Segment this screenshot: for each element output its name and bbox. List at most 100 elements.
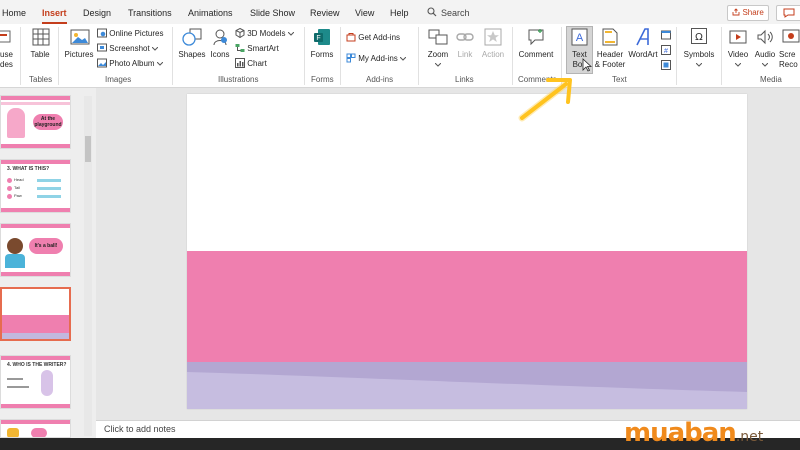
share-button[interactable]: Share [727,5,769,21]
chevron-down-icon [151,46,159,51]
tab-animations[interactable]: Animations [188,0,233,24]
header-footer-icon [602,28,618,46]
comment-icon [783,8,795,18]
3d-models-label: 3D Models [247,29,286,38]
photo-album-button[interactable]: Photo Album [97,58,164,69]
get-addins-button[interactable]: Get Add-ins [346,32,400,43]
omega-icon: Ω [691,28,707,44]
slide-thumbnail-title: At the playground [34,116,62,128]
wordart-label: WordArt [628,50,658,59]
text-box-icon: A [571,28,588,46]
tab-view[interactable]: View [355,0,374,24]
smartart-button[interactable]: SmartArt [235,43,279,54]
video-icon [729,30,747,44]
action-label: Action [481,50,505,59]
online-pictures-button[interactable]: Online Pictures [97,28,163,39]
group-forms-label: Forms [311,75,334,84]
object-button[interactable] [661,57,671,75]
wordart-icon [636,28,649,46]
tab-help[interactable]: Help [390,0,409,24]
zoom-label: Zoom [427,50,449,59]
table-label: Table [30,50,50,59]
object-icon [661,60,671,70]
slide-thumbnail[interactable] [0,419,71,438]
my-addins-label: My Add-ins [358,54,398,63]
svg-text:Ω: Ω [695,32,703,43]
slide-number-icon: # [661,45,671,55]
chevron-down-icon [287,31,295,36]
link-icon [456,33,474,41]
smartart-label: SmartArt [247,44,279,53]
group-links-label: Links [455,75,474,84]
3d-models-icon [235,27,245,39]
chevron-down-icon [696,63,702,67]
slide-thumbnail-title: 3. WHAT IS THIS? [7,166,50,172]
shapes-label: Shapes [178,50,206,59]
slide-thumbnail[interactable]: It's a ball! [0,223,71,277]
store-icon [346,33,356,42]
svg-text:#: # [664,48,668,55]
slide-thumbnail[interactable]: At the playground [0,95,71,149]
3d-models-button[interactable]: 3D Models [235,27,295,39]
icons-label: Icons [210,50,230,59]
slide-thumbnail-pane: At the playground 3. WHAT IS THIS? Head … [0,88,96,438]
slide-thumbnail-selected[interactable] [0,287,71,341]
tab-design[interactable]: Design [83,0,111,24]
screenshot-button[interactable]: Screenshot [97,43,159,54]
online-pictures-icon [97,28,107,38]
new-slide-label-2: des [0,60,13,69]
group-illustrations-label: Illustrations [218,75,259,84]
shapes-icon [182,28,202,46]
tab-review[interactable]: Review [310,0,340,24]
screenshot-label: Screenshot [109,44,150,53]
tab-transitions[interactable]: Transitions [128,0,172,24]
slide-thumbnail-title: It's a ball! [34,243,58,249]
action-icon [484,28,502,46]
forms-icon: F [314,29,330,45]
comment-label: Comment [518,50,554,59]
current-slide[interactable] [187,94,747,409]
chart-label: Chart [247,59,267,68]
group-addins-label: Add-ins [366,75,394,84]
pictures-icon [70,29,90,45]
ribbon-tab-bar: Home Insert Design Transitions Animation… [0,0,800,24]
thumbnail-scrollbar[interactable] [84,96,92,436]
comment-icon [528,29,544,46]
screenshot-icon [97,43,107,52]
share-icon [732,8,740,16]
tab-slide-show[interactable]: Slide Show [250,0,295,24]
my-addins-button[interactable]: My Add-ins [346,53,407,64]
new-slide-icon [0,30,11,43]
chevron-down-icon [435,63,441,67]
zoom-icon [428,29,448,45]
my-addins-icon [346,53,356,63]
chevron-down-icon [762,63,768,67]
scrollbar-thumb[interactable] [85,136,91,162]
icons-icon [213,29,227,46]
comments-pane-button[interactable] [776,5,800,21]
svg-text:F: F [316,35,320,42]
group-tables-label: Tables [29,75,53,84]
watermark-logo: muaban.net [624,418,764,448]
header-footer-label-2: & Footer [594,60,626,69]
link-label: Link [457,50,473,59]
video-label: Video [727,50,749,59]
tab-insert[interactable]: Insert [42,0,67,24]
slide-thumbnail-item: Tail [14,185,21,190]
slide-thumbnail[interactable]: 3. WHAT IS THIS? Head Tail Paw [0,159,71,213]
slide-lavender-wave [187,362,747,409]
photo-album-label: Photo Album [109,59,155,68]
date-time-icon [661,30,671,40]
search-label: Search [441,8,470,18]
slide-thumbnail[interactable]: 4. WHO IS THE WRITER? [0,355,71,409]
powerpoint-window: { "tabs": ["Home", "Insert", "Design", "… [0,0,800,450]
search-box[interactable]: Search [427,0,470,24]
tab-home[interactable]: Home [2,0,26,24]
chart-button[interactable]: Chart [235,58,267,69]
chevron-down-icon [735,63,741,67]
header-footer-label-1: Header [596,50,624,59]
chevron-down-icon [399,56,407,61]
symbols-label: Symbols [683,50,715,59]
slide-thumbnail-item: Head [14,177,24,182]
speaker-icon [757,29,773,45]
